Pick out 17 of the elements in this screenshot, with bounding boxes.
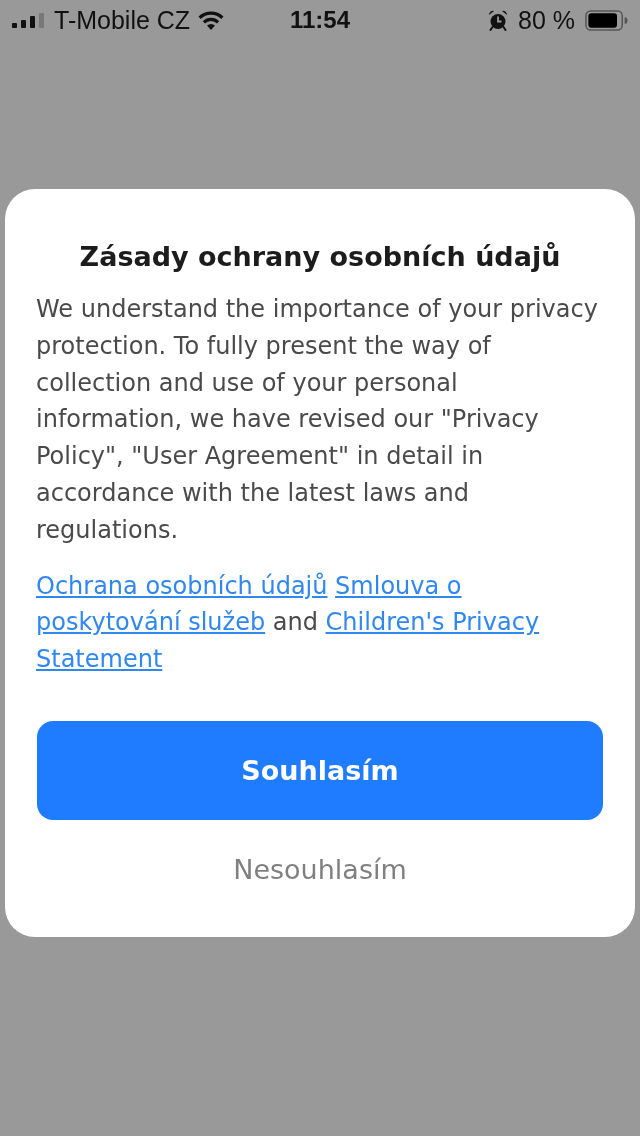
policy-link[interactable]: Ochrana osobních údajů bbox=[36, 571, 328, 600]
conjunction-text: and bbox=[272, 608, 318, 637]
policy-link[interactable]: Children's Privacy bbox=[325, 608, 540, 637]
policy-link[interactable]: Smlouva o bbox=[335, 571, 462, 600]
dialog-title: Zásady ochrany osobních údajů bbox=[78, 240, 562, 274]
agree-button[interactable]: Souhlasím bbox=[37, 720, 603, 820]
clock-time: 11:54 bbox=[289, 6, 351, 34]
carrier-name: T-Mobile CZ bbox=[54, 6, 191, 34]
battery-percentage: 80 % bbox=[518, 6, 575, 34]
wifi-icon bbox=[198, 10, 225, 30]
policy-link[interactable]: poskytování služeb bbox=[36, 608, 266, 637]
decline-button[interactable]: Nesouhlasím bbox=[229, 850, 411, 889]
signal-icon bbox=[12, 12, 44, 28]
alarm-clock-icon bbox=[488, 9, 508, 31]
battery-icon bbox=[585, 9, 628, 31]
policy-link[interactable]: Statement bbox=[36, 645, 163, 674]
dialog-message: We understand the importance of your privacy protection. To fully present the way of collection and use of your personal information, we have revised our "Privacy Policy", "User Agreement" in detail in accordance with the latest laws and regulations. bbox=[36, 294, 599, 546]
